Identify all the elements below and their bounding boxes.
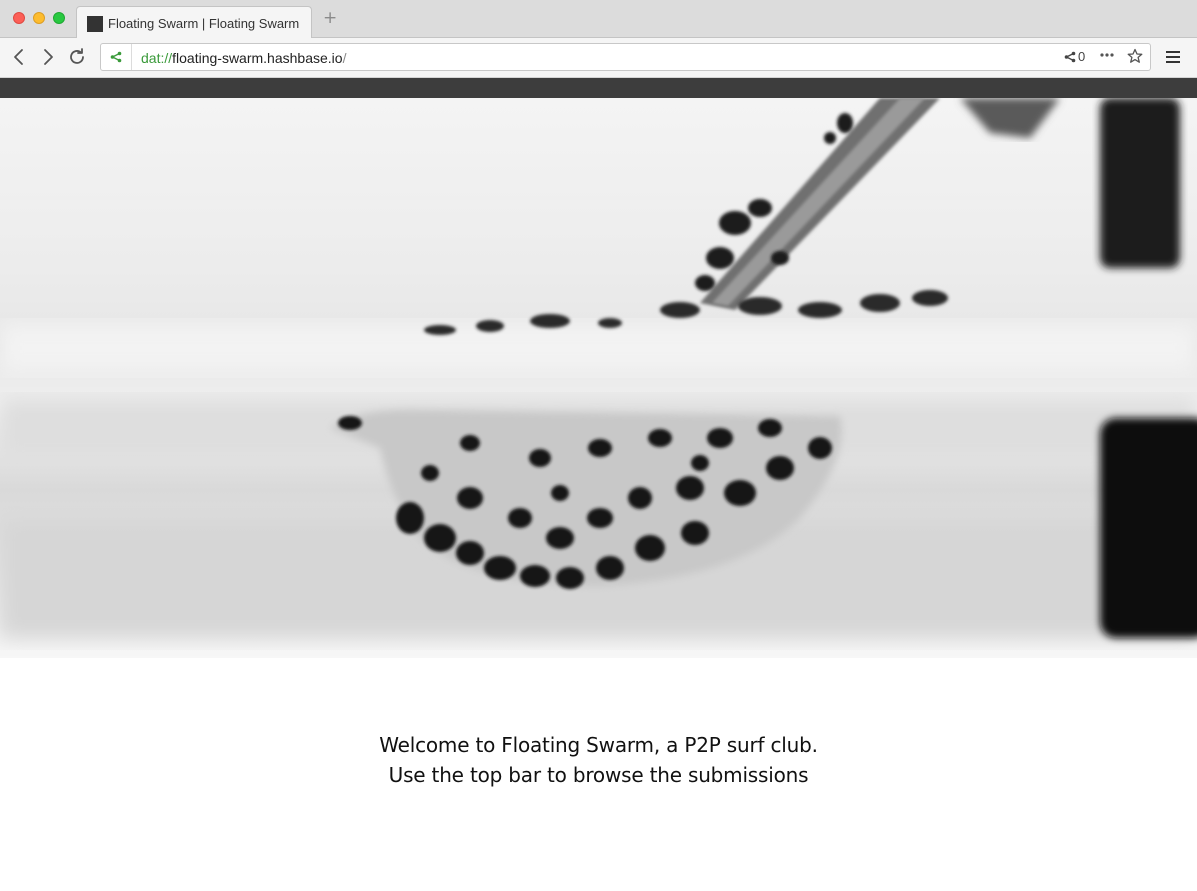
ant-raft-photo: [0, 98, 1197, 638]
chevron-right-icon: [44, 49, 53, 65]
forward-button[interactable]: [38, 47, 58, 67]
reload-button[interactable]: [67, 47, 87, 67]
hamburger-icon: [1166, 51, 1180, 63]
star-icon: [1127, 48, 1143, 63]
chevron-left-icon: [14, 49, 23, 65]
welcome-line-2: Use the top bar to browse the submission…: [388, 763, 809, 787]
page-bottom-background: [0, 800, 1197, 891]
ellipsis-icon: [1100, 53, 1114, 57]
url-text[interactable]: dat://floating-swarm.hashbase.io/: [141, 50, 346, 66]
share-icon: [1064, 51, 1076, 63]
welcome-message: Welcome to Floating Swarm, a P2P surf cl…: [0, 730, 1197, 790]
url-path: /: [342, 50, 347, 66]
navigation-bar: dat://floating-swarm.hashbase.io/ 0: [0, 38, 1197, 78]
window-maximize-button[interactable]: [53, 12, 65, 24]
url-host: floating-swarm.hashbase.io: [172, 50, 343, 66]
url-protocol: dat://: [141, 50, 173, 66]
site-info-button[interactable]: [101, 44, 132, 70]
share-icon: [110, 51, 122, 63]
address-bar[interactable]: dat://floating-swarm.hashbase.io/ 0: [100, 43, 1151, 71]
welcome-line-1: Welcome to Floating Swarm, a P2P surf cl…: [379, 733, 818, 757]
window-titlebar: Floating Swarm | Floating Swarm +: [0, 0, 1197, 39]
more-options-button[interactable]: [1099, 47, 1115, 67]
window-close-button[interactable]: [13, 12, 25, 24]
tab-title: Floating Swarm | Floating Swarm: [108, 16, 300, 31]
bookmark-button[interactable]: [1127, 48, 1143, 69]
menu-button[interactable]: [1165, 49, 1181, 65]
favicon-icon: [87, 16, 103, 32]
peer-count-button[interactable]: 0: [1064, 49, 1085, 64]
window-minimize-button[interactable]: [33, 12, 45, 24]
browser-tab[interactable]: Floating Swarm | Floating Swarm: [76, 6, 312, 39]
new-tab-button[interactable]: +: [323, 10, 337, 27]
reload-icon: [70, 48, 84, 64]
back-button[interactable]: [9, 47, 29, 67]
site-top-bar[interactable]: [0, 78, 1197, 98]
hero-image: [0, 98, 1197, 658]
peer-count-value: 0: [1078, 49, 1086, 64]
